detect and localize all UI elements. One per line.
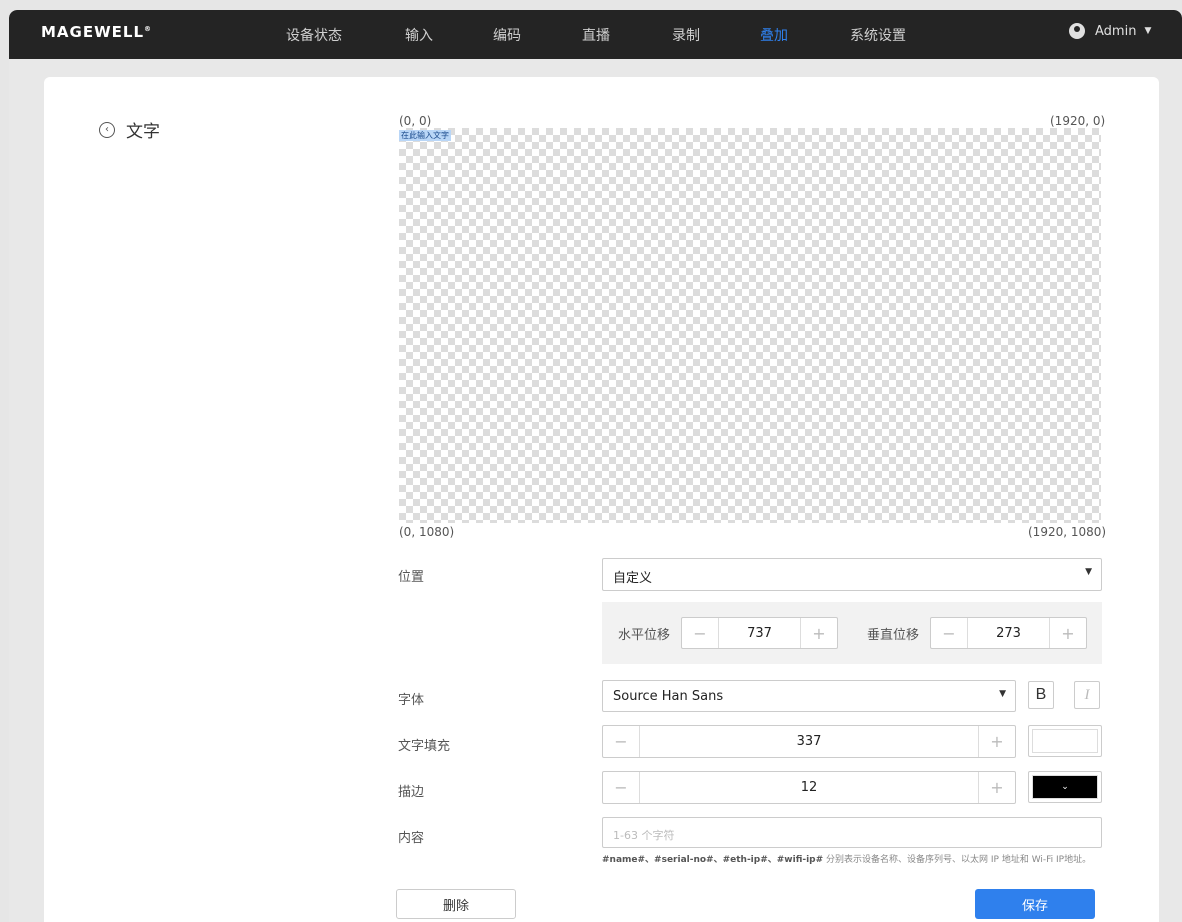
stroke-label: 描边 xyxy=(398,785,425,800)
chevron-down-icon: ▼ xyxy=(1144,26,1152,36)
page-title: 文字 xyxy=(126,122,160,142)
h-offset-value[interactable]: 737 xyxy=(719,618,800,648)
caret-down-icon: ▼ xyxy=(1085,567,1092,577)
fill-stepper[interactable]: − 337 + xyxy=(602,725,1016,758)
hint-text: 分别表示设备名称、设备序列号、以太网 IP 地址和 Wi-Fi IP地址。 xyxy=(823,855,1092,865)
minus-icon[interactable]: − xyxy=(603,772,640,803)
content-hint: #name#、#serial-no#、#eth-ip#、#wifi-ip# 分别… xyxy=(602,853,1112,867)
delete-button[interactable]: 删除 xyxy=(396,889,516,919)
fill-color-picker[interactable] xyxy=(1028,725,1102,757)
nav-input[interactable]: 输入 xyxy=(405,25,433,45)
coord-top-right: (1920, 0) xyxy=(1050,114,1106,128)
back-circle-icon: ‹ xyxy=(99,121,115,138)
fill-color-swatch xyxy=(1032,729,1098,753)
h-offset-label: 水平位移 xyxy=(618,628,671,643)
nav-system-settings[interactable]: 系统设置 xyxy=(850,25,906,45)
plus-icon[interactable]: + xyxy=(800,618,837,648)
user-name: Admin xyxy=(1095,23,1137,39)
nav-live[interactable]: 直播 xyxy=(582,25,610,45)
plus-icon[interactable]: + xyxy=(978,772,1015,803)
font-value: Source Han Sans xyxy=(613,689,724,704)
plus-icon[interactable]: + xyxy=(978,726,1015,757)
nav-device-status[interactable]: 设备状态 xyxy=(286,25,342,45)
v-offset-label: 垂直位移 xyxy=(867,628,920,643)
top-navbar: MAGEWELL® 设备状态 输入 编码 直播 录制 叠加 系统设置 Admin… xyxy=(9,10,1182,59)
caret-down-icon: ▼ xyxy=(999,689,1006,699)
stroke-color-picker[interactable]: ⌄ xyxy=(1028,771,1102,803)
fill-label: 文字填充 xyxy=(398,739,451,754)
stroke-value[interactable]: 12 xyxy=(640,772,978,803)
coord-bottom-right: (1920, 1080) xyxy=(1028,525,1107,539)
nav-encode[interactable]: 编码 xyxy=(493,25,521,45)
minus-icon[interactable]: − xyxy=(682,618,719,648)
app-window: MAGEWELL® 设备状态 输入 编码 直播 录制 叠加 系统设置 Admin… xyxy=(9,10,1182,922)
overlay-text-preview[interactable]: 在此输入文字 xyxy=(399,130,451,141)
stroke-color-swatch: ⌄ xyxy=(1032,775,1098,799)
minus-icon[interactable]: − xyxy=(603,726,640,757)
content-label: 内容 xyxy=(398,831,425,846)
plus-icon[interactable]: + xyxy=(1049,618,1086,648)
italic-button[interactable]: I xyxy=(1074,681,1100,709)
back-button[interactable]: ‹ 文字 xyxy=(99,117,160,142)
coord-bottom-left: (0, 1080) xyxy=(399,525,455,539)
position-label: 位置 xyxy=(398,570,425,585)
hint-tokens: #name#、#serial-no#、#eth-ip#、#wifi-ip# xyxy=(602,855,824,865)
magewell-logo[interactable]: MAGEWELL® xyxy=(41,23,152,41)
v-offset-stepper[interactable]: − 273 + xyxy=(930,617,1087,649)
coord-top-left: (0, 0) xyxy=(399,114,432,128)
h-offset-stepper[interactable]: − 737 + xyxy=(681,617,838,649)
content-input[interactable]: 1-63 个字符 xyxy=(602,817,1102,848)
v-offset-value[interactable]: 273 xyxy=(968,618,1049,648)
font-select[interactable]: Source Han Sans ▼ xyxy=(602,680,1016,712)
chevron-down-icon: ⌄ xyxy=(1061,782,1069,792)
save-button[interactable]: 保存 xyxy=(975,889,1095,919)
position-select[interactable]: 自定义 ▼ xyxy=(602,558,1102,591)
nav-record[interactable]: 录制 xyxy=(672,25,700,45)
position-value: 自定义 xyxy=(613,571,653,586)
nav-overlay[interactable]: 叠加 xyxy=(760,25,788,45)
content-placeholder: 1-63 个字符 xyxy=(613,829,675,842)
minus-icon[interactable]: − xyxy=(931,618,968,648)
user-icon xyxy=(1069,23,1085,39)
bold-button[interactable]: B xyxy=(1028,681,1054,709)
user-menu[interactable]: Admin ▼ xyxy=(1069,23,1151,39)
preview-canvas[interactable]: 在此输入文字 xyxy=(399,128,1101,523)
font-label: 字体 xyxy=(398,693,425,708)
content-card: ‹ 文字 (0, 0) (1920, 0) 在此输入文字 (0, 1080) (… xyxy=(44,77,1159,922)
fill-value[interactable]: 337 xyxy=(640,726,978,757)
stroke-stepper[interactable]: − 12 + xyxy=(602,771,1016,804)
offset-panel: 水平位移 − 737 + 垂直位移 − 273 + xyxy=(602,602,1102,664)
